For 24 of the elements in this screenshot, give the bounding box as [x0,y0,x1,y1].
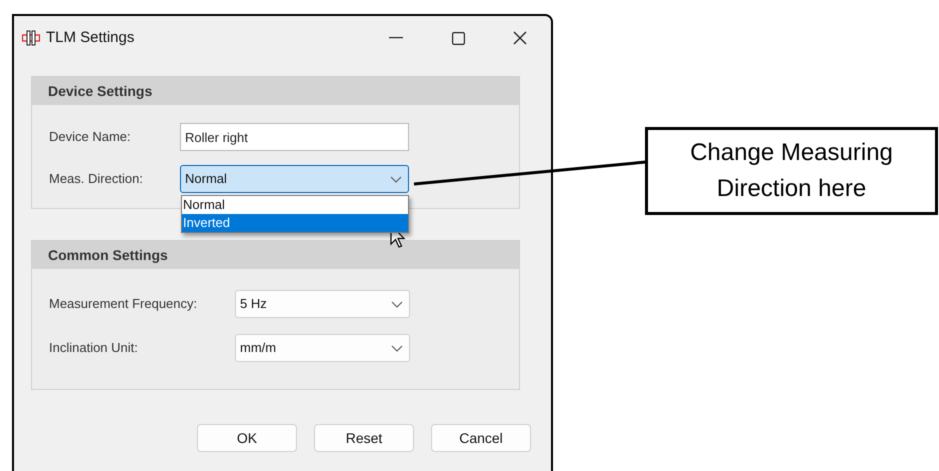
group-title: Device Settings [48,82,152,101]
dropdown[interactable]: mm/m [235,334,410,362]
maximize-icon [452,32,464,44]
field-label: Inclination Unit: [49,339,139,358]
window-title: TLM Settings [46,28,134,48]
close-icon [513,31,527,45]
dropdown[interactable]: 5 Hz [235,290,410,318]
group-title: Common Settings [48,246,168,265]
callout-box: Change Measuring Direction here [645,127,938,215]
minimize-icon [389,37,403,39]
field-label: Measurement Frequency: [49,295,198,314]
field-label: Meas. Direction: [49,170,144,188]
app-icon [22,30,40,46]
dropdown[interactable]: Normal [180,165,409,193]
dialog-button[interactable]: OK [197,424,297,452]
dialog-button[interactable]: Cancel [431,424,531,452]
dropdown-option[interactable]: Normal [182,196,408,214]
text-field[interactable]: Roller right [180,123,409,151]
dropdown-option[interactable]: Inverted [182,214,408,232]
chevron-icon [391,344,403,352]
dialog-button[interactable]: Reset [314,424,414,452]
chevron-icon [390,176,402,182]
chevron-icon [391,300,403,308]
field-label: Device Name: [49,128,132,146]
